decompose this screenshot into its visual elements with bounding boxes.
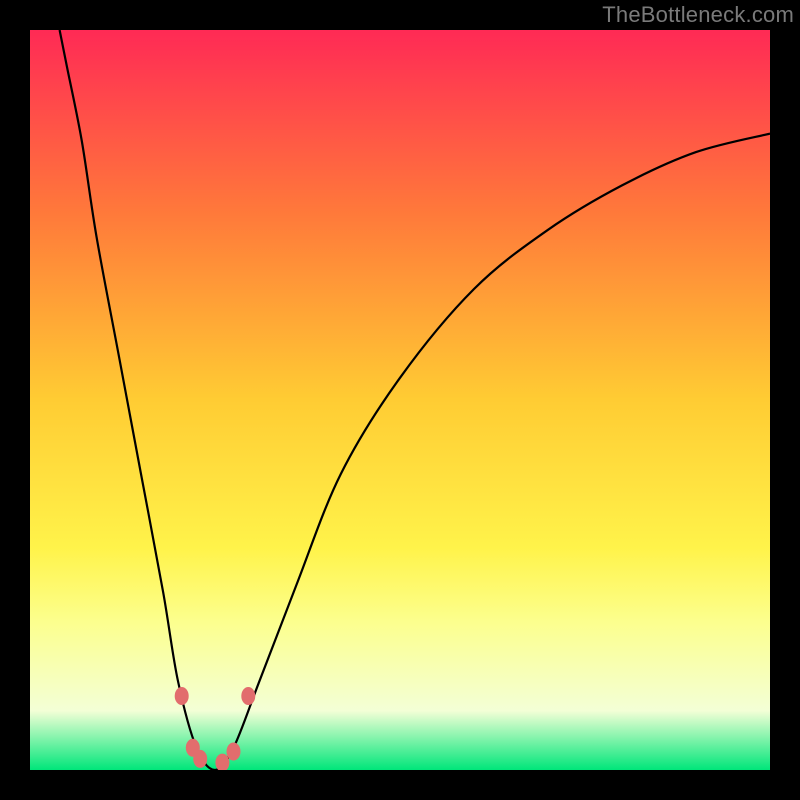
marker-dot [193,750,207,768]
marker-dot [227,743,241,761]
chart-svg [30,30,770,770]
marker-dot [241,687,255,705]
chart-frame: { "watermark": "TheBottleneck.com", "cha… [0,0,800,800]
gradient-background [30,30,770,770]
bottleneck-chart [30,30,770,770]
watermark-text: TheBottleneck.com [602,2,794,28]
marker-dot [175,687,189,705]
